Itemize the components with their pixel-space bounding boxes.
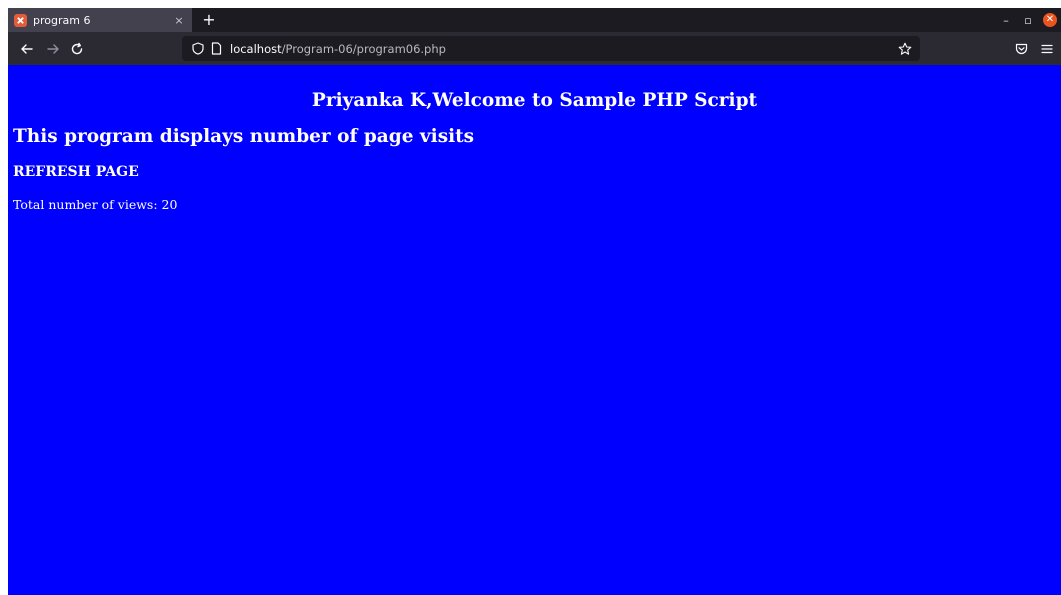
forward-arrow-icon: [47, 43, 59, 54]
tab-strip: program 6 × + – ▫ ✕: [8, 8, 1061, 32]
tab-title: program 6: [33, 13, 91, 27]
navigation-toolbar: localhost/Program-06/program06.php: [8, 32, 1061, 65]
forward-button[interactable]: [42, 32, 64, 65]
views-counter: Total number of views: 20: [13, 197, 178, 212]
new-tab-button[interactable]: +: [198, 8, 220, 32]
url-path: /Program-06/program06.php: [281, 41, 446, 56]
url-text: localhost/Program-06/program06.php: [230, 42, 446, 56]
page-visits-heading: This program displays number of page vis…: [13, 126, 475, 147]
hamburger-menu-icon[interactable]: [1036, 32, 1058, 65]
reload-button[interactable]: [66, 32, 88, 65]
xampp-icon: [14, 13, 27, 27]
tab-program-6[interactable]: program 6 ×: [8, 8, 192, 32]
tab-close-icon[interactable]: ×: [172, 14, 186, 27]
reload-icon: [71, 42, 83, 54]
url-host: localhost: [230, 41, 282, 56]
welcome-heading: Priyanka K,Welcome to Sample PHP Script: [311, 90, 758, 111]
address-bar[interactable]: localhost/Program-06/program06.php: [182, 36, 920, 61]
minimize-button[interactable]: –: [995, 8, 1017, 32]
pocket-icon[interactable]: [1010, 32, 1032, 65]
tracking-protection-shield-icon[interactable]: [192, 42, 204, 55]
window-controls: – ▫ ✕: [995, 8, 1061, 32]
refresh-page-link[interactable]: REFRESH PAGE: [13, 164, 139, 180]
close-window-button[interactable]: ✕: [1039, 8, 1061, 32]
bookmark-star-icon[interactable]: [898, 36, 912, 61]
restore-button[interactable]: ▫: [1017, 8, 1039, 32]
page-info-icon[interactable]: [211, 42, 222, 55]
page-content: Priyanka K,Welcome to Sample PHP Script …: [8, 65, 1061, 595]
close-icon: ✕: [1043, 13, 1057, 27]
back-button[interactable]: [16, 32, 38, 65]
browser-window: program 6 × + – ▫ ✕ localhost/Program-06…: [8, 8, 1061, 595]
back-arrow-icon: [21, 43, 33, 54]
